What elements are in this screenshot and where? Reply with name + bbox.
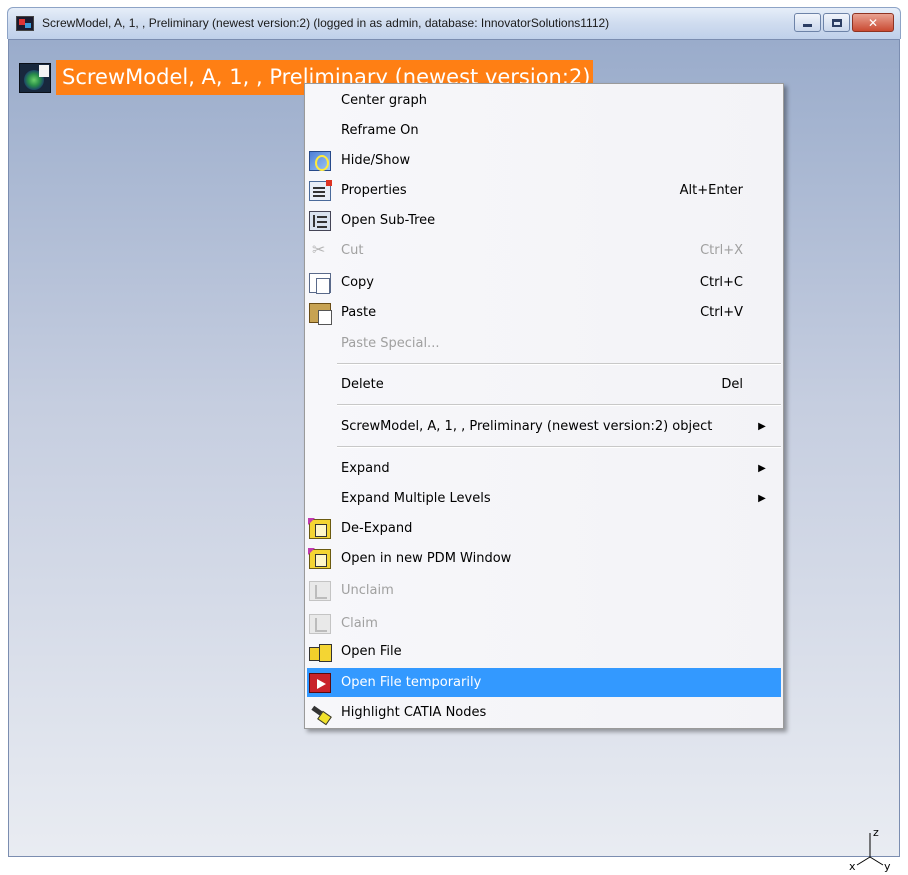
app-icon[interactable] (16, 16, 34, 31)
menu-item-label: Paste (341, 305, 377, 320)
submenu-arrow-icon: ▶ (758, 493, 766, 504)
axis-label-z: z (873, 826, 879, 839)
menu-item-label: Highlight CATIA Nodes (341, 705, 487, 720)
menu-item-label: Delete (341, 377, 384, 392)
pdm-window-icon (308, 547, 331, 569)
menu-item-unclaim: Unclaim (307, 576, 781, 605)
menu-item-label: Hide/Show (341, 153, 411, 168)
menu-item-label: Cut (341, 243, 364, 258)
highlight-nodes-icon (309, 703, 331, 723)
close-button[interactable]: ✕ (852, 13, 894, 32)
minimize-button[interactable] (794, 13, 821, 32)
menu-item-hide-show[interactable]: Hide/Show (307, 146, 781, 175)
menu-item-paste-special: Paste Special... (307, 329, 781, 358)
menu-item-label: Reframe On (341, 123, 419, 138)
menu-item-shortcut: Ctrl+X (700, 243, 743, 258)
menu-item-cut: Cut Ctrl+X (307, 236, 781, 265)
maximize-button[interactable] (823, 13, 850, 32)
menu-item-de-expand[interactable]: De-Expand (307, 514, 781, 543)
application-window: ScrewModel, A, 1, , Preliminary (newest … (0, 0, 908, 873)
menu-item-label: Copy (341, 275, 374, 290)
open-file-temporarily-icon (309, 672, 331, 693)
menu-separator (337, 446, 781, 448)
menu-separator (337, 363, 781, 365)
unclaim-icon (309, 580, 331, 601)
minimize-icon (803, 23, 812, 27)
menu-item-label: Expand Multiple Levels (341, 491, 491, 506)
menu-item-properties[interactable]: Properties Alt+Enter (307, 176, 781, 205)
menu-item-shortcut: Ctrl+V (700, 305, 743, 320)
menu-item-paste[interactable]: Paste Ctrl+V (307, 298, 781, 327)
context-menu: Center graph Reframe On Hide/Show Proper… (304, 83, 784, 729)
menu-item-label: Paste Special... (341, 336, 440, 351)
paste-icon (309, 302, 332, 325)
properties-icon (309, 179, 332, 201)
menu-item-label: Open File (341, 644, 402, 659)
axis-label-x: x (849, 860, 856, 873)
claim-icon (309, 613, 331, 634)
menu-item-shortcut: Ctrl+C (699, 275, 743, 290)
menu-item-center-graph[interactable]: Center graph (307, 86, 781, 115)
menu-item-open-in-new-pdm-window[interactable]: Open in new PDM Window (307, 544, 781, 573)
menu-item-label: ScrewModel, A, 1, , Preliminary (newest … (341, 419, 713, 434)
maximize-icon (831, 18, 842, 27)
window-title: ScrewModel, A, 1, , Preliminary (newest … (42, 16, 610, 30)
open-file-icon (309, 642, 332, 662)
menu-item-label: Center graph (341, 93, 427, 108)
menu-item-copy[interactable]: Copy Ctrl+C (307, 268, 781, 297)
menu-item-expand-multiple-levels[interactable]: Expand Multiple Levels ▶ (307, 484, 781, 513)
cut-icon (309, 240, 331, 261)
close-icon: ✕ (867, 15, 879, 30)
title-bar[interactable]: ScrewModel, A, 1, , Preliminary (newest … (7, 7, 901, 39)
window-controls: ✕ (794, 13, 894, 32)
submenu-arrow-icon: ▶ (758, 463, 766, 474)
menu-item-expand[interactable]: Expand ▶ (307, 454, 781, 483)
menu-item-delete[interactable]: Delete Del (307, 370, 781, 399)
copy-icon (309, 272, 331, 294)
axis-label-y: y (884, 860, 891, 873)
sub-tree-icon (309, 210, 331, 231)
compass-axis-icon: z x y (849, 826, 891, 873)
menu-item-label: Open File temporarily (341, 675, 482, 690)
menu-item-label: Unclaim (341, 583, 394, 598)
menu-separator (337, 404, 781, 406)
menu-item-label: Expand (341, 461, 390, 476)
de-expand-icon (308, 517, 331, 539)
menu-item-object-submenu[interactable]: ScrewModel, A, 1, , Preliminary (newest … (307, 412, 781, 441)
product-node-icon[interactable] (19, 62, 51, 93)
hide-show-icon (309, 150, 331, 171)
menu-item-label: Claim (341, 616, 378, 631)
menu-item-shortcut: Alt+Enter (679, 183, 743, 198)
menu-item-label: De-Expand (341, 521, 413, 536)
menu-item-open-file-temporarily[interactable]: Open File temporarily (307, 668, 781, 697)
menu-item-label: Open in new PDM Window (341, 551, 512, 566)
menu-item-label: Properties (341, 183, 407, 198)
menu-item-claim: Claim (307, 609, 781, 638)
submenu-arrow-icon: ▶ (758, 421, 766, 432)
menu-item-highlight-catia-nodes[interactable]: Highlight CATIA Nodes (307, 698, 781, 727)
menu-item-label: Open Sub-Tree (341, 213, 436, 228)
menu-item-open-file[interactable]: Open File (307, 637, 781, 666)
menu-item-reframe-on[interactable]: Reframe On (307, 116, 781, 145)
menu-item-open-sub-tree[interactable]: Open Sub-Tree (307, 206, 781, 235)
menu-item-shortcut: Del (721, 377, 743, 392)
